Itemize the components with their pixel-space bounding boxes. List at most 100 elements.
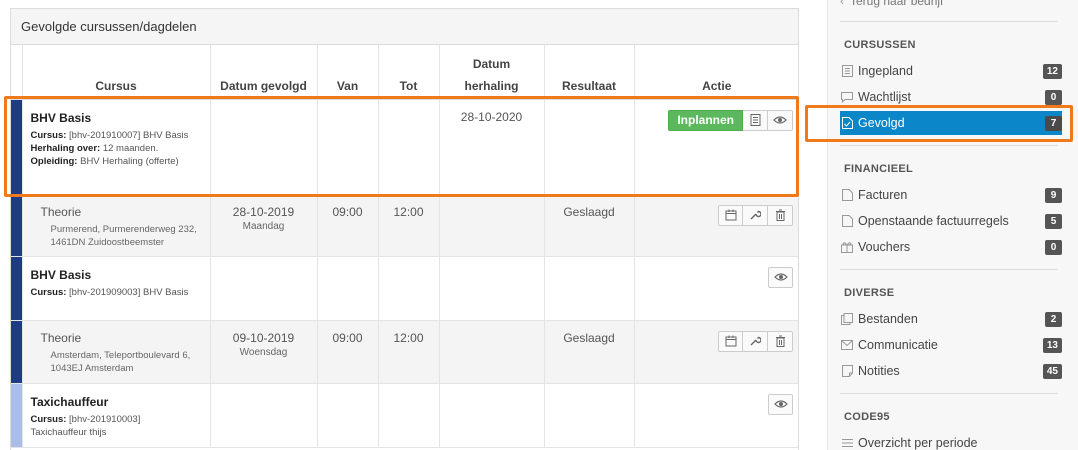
col-header-van[interactable]: Van [316,45,378,100]
row-actions: Inplannen [641,109,793,131]
courses-table: Cursus Datum gevolgd Van Tot Datum herha… [11,45,798,448]
datum-herhaling-cell: 28-10-2020 [438,99,544,195]
session-day: Woensdag [239,346,288,358]
table-row: Taxichauffeur Cursus: [bhv-201910003] Ta… [11,383,798,448]
resultaat-cell [543,256,634,321]
course-meta: Cursus: [bhv-201909003] BHV Basis [31,286,204,299]
session-title: Theorie [40,204,82,219]
tot-cell [377,256,439,321]
sidebar-item-bestanden[interactable]: Bestanden 2 [840,307,1062,331]
back-link[interactable]: ‹ Terug naar bedrijf [840,0,943,8]
datum-gevolgd-cell: 28-10-2019 Maandag [209,194,317,257]
count-badge: 13 [1042,337,1062,353]
sidebar-item-communicatie[interactable]: Communicatie 13 [840,333,1062,357]
course-cell: Taxichauffeur Cursus: [bhv-201910003] Ta… [21,383,210,448]
actie-cell: Inplannen [633,99,798,195]
files-icon [840,312,854,326]
calendar-icon[interactable] [718,204,743,226]
datum-gevolgd-cell [209,99,317,195]
wrench-icon[interactable] [743,330,768,352]
list-icon [840,64,854,78]
wrench-icon[interactable] [743,204,768,226]
col-header-datum-herhaling[interactable]: Datum herhaling [438,45,544,100]
sidebar-item-gevolgd[interactable]: Gevolgd 7 [840,111,1062,135]
file-check-icon [840,116,854,130]
chevron-left-icon: ‹ [840,0,844,8]
gift-icon [840,240,854,254]
col-header-datum-gevolgd[interactable]: Datum gevolgd [209,45,317,100]
eye-icon[interactable] [768,109,793,131]
sidebar-item-notities[interactable]: Notities 45 [840,359,1062,383]
van-cell: 09:00 [316,320,378,384]
count-badge: 0 [1045,89,1062,105]
row-actions [641,330,793,352]
sidebar-item-openstaande-factuurregels[interactable]: Openstaande factuurregels 5 [840,209,1062,233]
table-row: Theorie Purmerend, Purmerenderweg 232, 1… [11,194,798,257]
meta-value: [bhv-201909003] BHV Basis [66,286,189,298]
meta-label: Herhaling over: [30,142,101,154]
divider [840,269,1058,270]
eye-icon[interactable] [768,266,793,288]
row-actions [641,393,793,415]
sidebar-item-label: Overzicht per periode [858,436,978,450]
session-cell: Theorie Purmerend, Purmerenderweg 232, 1… [21,194,210,257]
table-row: Theorie Amsterdam, Teleportboulevard 6, … [11,320,798,384]
tot-cell [377,383,439,448]
section-heading-diverse: DIVERSE [844,287,895,299]
inplannen-button[interactable]: Inplannen [668,109,743,131]
sidebar-item-label: Notities [858,364,900,378]
datum-herhaling-cell [438,320,544,384]
sidebar-item-overzicht-per-periode[interactable]: Overzicht per periode [840,431,1062,450]
trash-icon[interactable] [768,330,793,352]
sidebar-item-wachtlijst[interactable]: Wachtlijst 0 [840,85,1062,109]
datum-gevolgd-cell: 09-10-2019 Woensdag [209,320,317,384]
count-badge: 7 [1045,115,1062,131]
count-badge: 0 [1045,239,1062,255]
van-cell: 09:00 [316,194,378,257]
session-address: Purmerend, Purmerenderweg 232, 1461DN Zu… [50,223,197,248]
session-title: Theorie [40,330,82,345]
col-header-resultaat[interactable]: Resultaat [543,45,634,100]
document-icon [840,188,854,202]
eye-icon[interactable] [768,393,793,415]
sidebar-item-label: Gevolgd [858,116,905,130]
session-date: 28-10-2019 [232,204,295,219]
sidebar-item-facturen[interactable]: Facturen 9 [840,183,1062,207]
resultaat-value: Geslaagd [563,330,615,345]
van-cell [316,256,378,321]
meta-label: Cursus: [30,413,67,425]
course-meta: Cursus: [bhv-201910007] BHV Basis Herhal… [31,129,204,168]
session-day: Maandag [242,220,285,232]
document-icon[interactable] [743,109,768,131]
sidebar-item-ingepland[interactable]: Ingepland 12 [840,59,1062,83]
meta-label: Cursus: [30,129,67,141]
course-title: BHV Basis [30,267,92,282]
resultaat-cell [543,383,634,448]
actie-cell [633,256,798,321]
session-address: Amsterdam, Teleportboulevard 6, 1043EJ A… [50,349,191,374]
col-header-tot[interactable]: Tot [377,45,439,100]
course-cell: BHV Basis Cursus: [bhv-201909003] BHV Ba… [21,256,210,321]
followed-courses-panel: Gevolgde cursussen/dagdelen Cursus Datum… [10,8,799,450]
calendar-icon[interactable] [718,330,743,352]
envelope-icon [840,338,854,352]
datum-gevolgd-cell [209,383,317,448]
course-cell: BHV Basis Cursus: [bhv-201910007] BHV Ba… [21,99,210,195]
count-badge: 9 [1045,187,1062,203]
col-header-cursus[interactable]: Cursus [21,45,210,100]
trash-icon[interactable] [768,204,793,226]
panel-title: Gevolgde cursussen/dagdelen [11,9,798,45]
section-heading-code95: CODE95 [844,411,890,423]
meta-value: BHV Herhaling (offerte) [77,155,179,167]
row-color-strip [11,99,22,195]
course-title: BHV Basis [30,110,92,125]
van-value: 09:00 [332,204,363,219]
sidebar-item-vouchers[interactable]: Vouchers 0 [840,235,1062,259]
sidebar-item-label: Facturen [858,188,908,202]
count-badge: 12 [1042,63,1062,79]
tot-cell [377,99,439,195]
col-header-datum-herhaling-line2: herhaling [464,78,519,93]
sidebar-item-label: Wachtlijst [858,90,912,104]
sidebar-item-label: Bestanden [858,312,918,326]
section-heading-cursussen: CURSUSSEN [844,39,916,51]
